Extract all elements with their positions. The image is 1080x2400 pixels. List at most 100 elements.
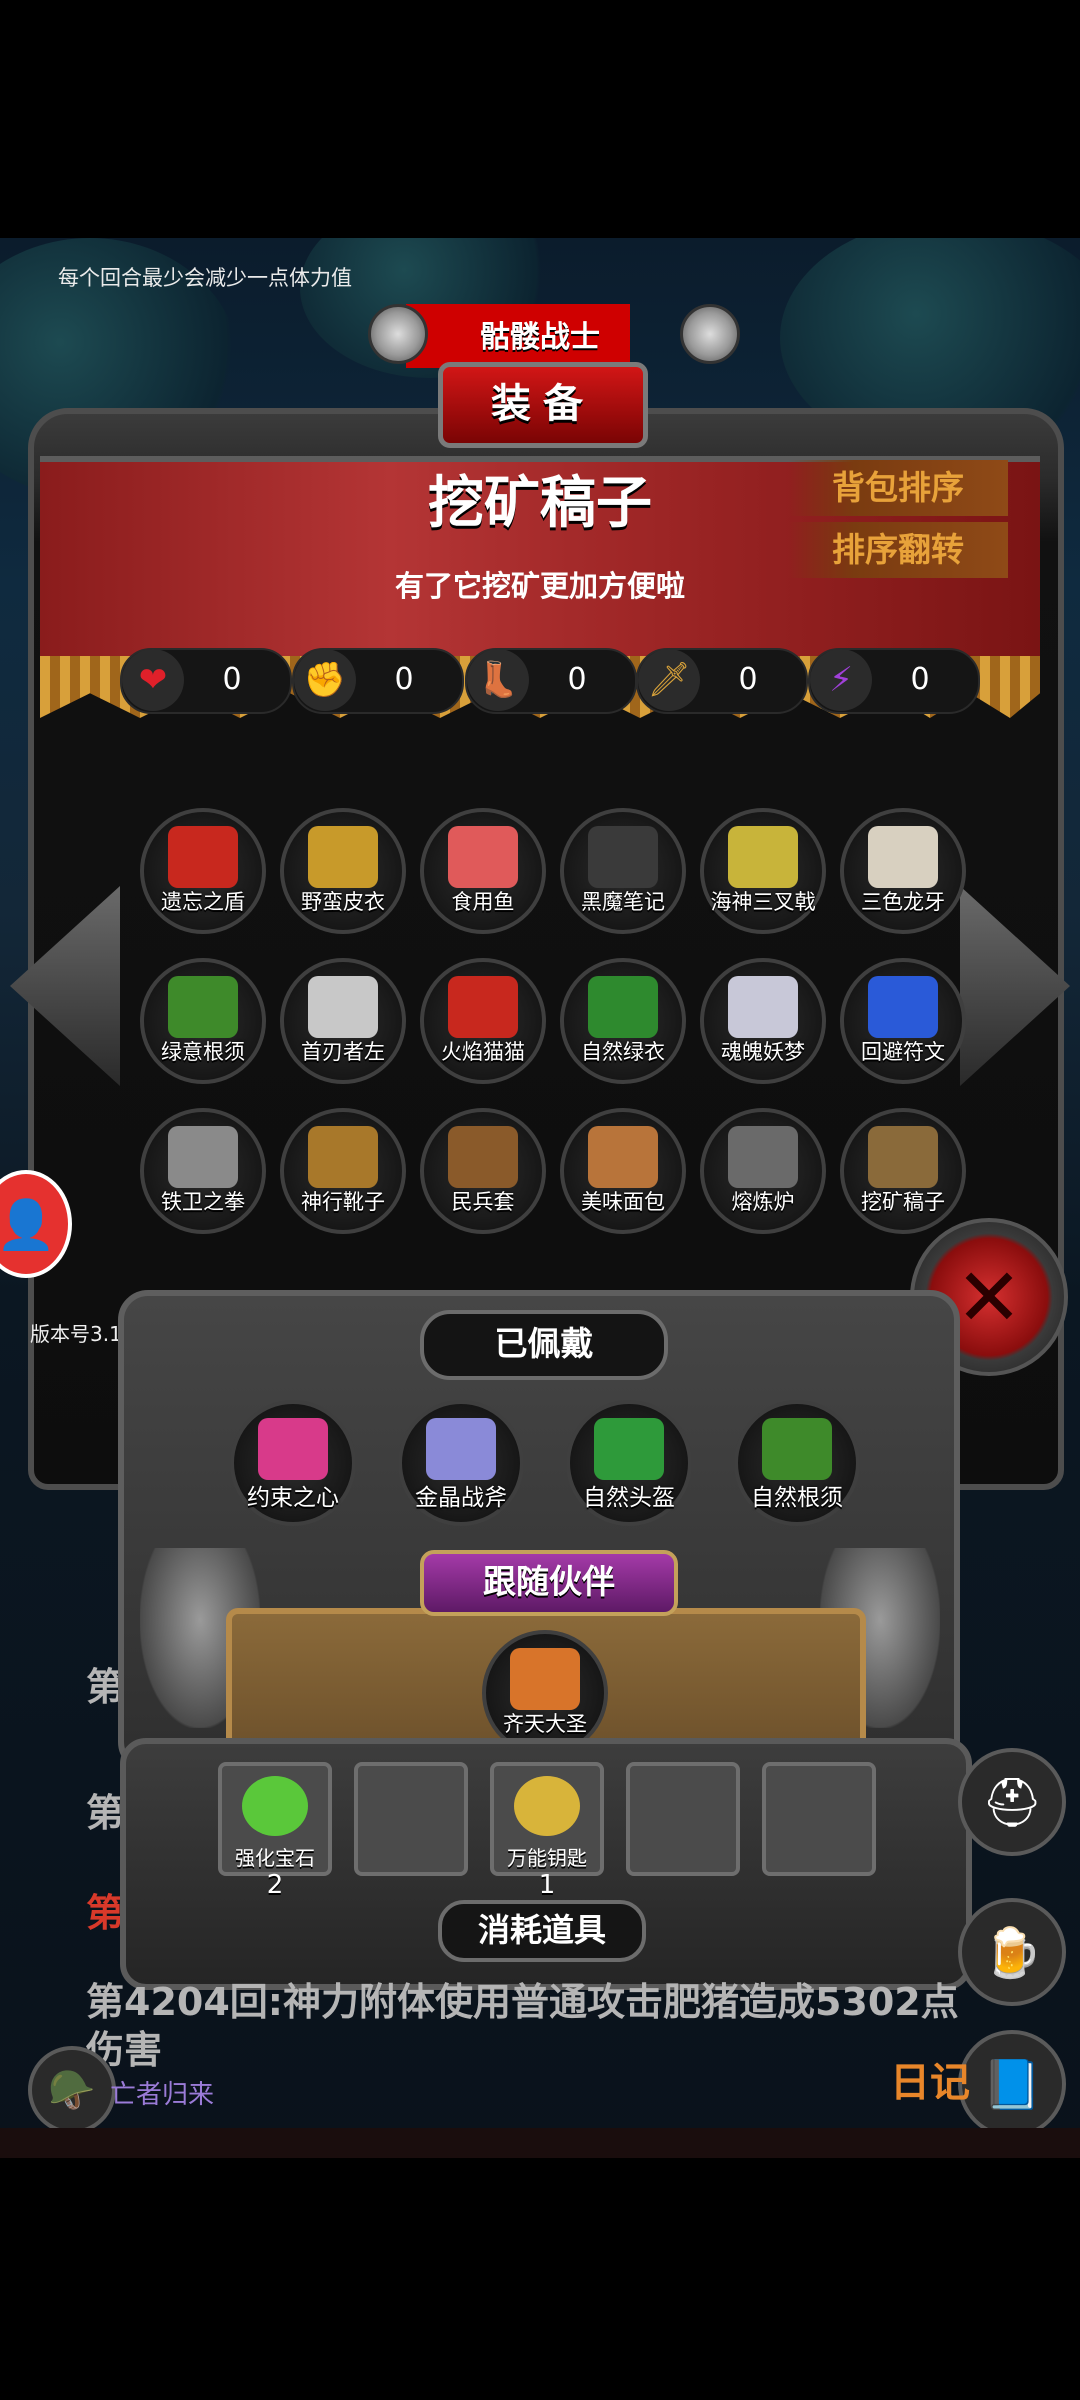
inventory-item[interactable]: 遗忘之盾 — [140, 808, 266, 934]
item-label: 熔炼炉 — [731, 1190, 795, 1214]
equipped-item[interactable]: 自然根须 — [734, 1400, 860, 1526]
inventory-item[interactable]: 回避符文 — [840, 958, 966, 1084]
item-label: 遗忘之盾 — [161, 890, 245, 914]
inventory-item[interactable]: 挖矿稿子 — [840, 1108, 966, 1234]
item-icon — [728, 826, 798, 888]
inventory-item[interactable]: 首刃者左 — [280, 958, 406, 1084]
consumable-slot[interactable] — [354, 1762, 468, 1876]
stat-pill: ⚡ 0 — [808, 648, 980, 714]
consumable-slot[interactable]: 强化宝石 2 — [218, 1762, 332, 1900]
item-label: 食用鱼 — [451, 890, 515, 914]
inventory-item[interactable]: 绿意根须 — [140, 958, 266, 1084]
item-label: 黑魔笔记 — [581, 890, 665, 914]
item-label: 金晶战斧 — [415, 1485, 507, 1511]
item-count: 2 — [266, 1870, 284, 1900]
return-link[interactable]: 亡者归来 — [110, 2074, 214, 2111]
equipped-item[interactable]: 约束之心 — [230, 1400, 356, 1526]
consumables-title: 消耗道具 — [438, 1900, 646, 1962]
item-icon — [168, 826, 238, 888]
selected-item-name: 挖矿稿子 — [428, 471, 652, 536]
inventory-item[interactable]: 铁卫之拳 — [140, 1108, 266, 1234]
stat-pill: 👢 0 — [465, 648, 637, 714]
item-icon — [258, 1418, 328, 1480]
hint-text: 每个回合最少会减少一点体力值 — [58, 266, 352, 290]
item-count: 1 — [538, 1870, 556, 1900]
log-line: 第 — [86, 1791, 125, 1835]
stat-value: 0 — [910, 662, 930, 697]
stat-value: 0 — [567, 662, 587, 697]
inventory-item[interactable]: 自然绿衣 — [560, 958, 686, 1084]
skull-ornament-icon — [680, 304, 740, 364]
inventory-item[interactable]: 海神三叉戟 — [700, 808, 826, 934]
inventory-item[interactable]: 野蛮皮衣 — [280, 808, 406, 934]
stat-pill: 🗡 0 — [636, 648, 808, 714]
item-label: 魂魄妖梦 — [721, 1040, 805, 1064]
inventory-item[interactable]: 食用鱼 — [420, 808, 546, 934]
log-line-latest: 第4204回:神力附体使用普通攻击肥猪造成5302点伤害 — [86, 1980, 959, 2072]
inventory-item[interactable]: 三色龙牙 — [840, 808, 966, 934]
lightning-icon: ⚡ — [810, 649, 872, 711]
item-label: 民兵套 — [451, 1190, 515, 1214]
item-icon — [308, 826, 378, 888]
item-label: 自然头盔 — [583, 1485, 675, 1511]
item-label: 万能钥匙 — [507, 1846, 587, 1870]
item-label: 挖矿稿子 — [861, 1190, 945, 1214]
item-label: 神行靴子 — [301, 1190, 385, 1214]
sort-bag-button[interactable]: 背包排序 — [788, 460, 1008, 516]
item-label: 自然绿衣 — [581, 1040, 665, 1064]
stat-pill: ❤ 0 — [120, 648, 292, 714]
item-icon — [868, 976, 938, 1038]
item-icon — [242, 1776, 308, 1836]
heart-icon: ❤ — [122, 649, 184, 711]
item-label: 野蛮皮衣 — [301, 890, 385, 914]
inventory-item[interactable]: 民兵套 — [420, 1108, 546, 1234]
item-icon — [308, 1126, 378, 1188]
equipped-title: 已佩戴 — [420, 1310, 668, 1380]
item-icon — [448, 1126, 518, 1188]
item-icon — [168, 976, 238, 1038]
inventory-item[interactable]: 火焰猫猫 — [420, 958, 546, 1084]
equipped-item[interactable]: 自然头盔 — [566, 1400, 692, 1526]
item-icon — [168, 1126, 238, 1188]
diary-label[interactable]: 日记 — [890, 2050, 970, 2108]
inventory-item[interactable]: 魂魄妖梦 — [700, 958, 826, 1084]
item-label: 约束之心 — [247, 1485, 339, 1511]
item-label: 美味面包 — [581, 1190, 665, 1214]
item-label: 强化宝石 — [235, 1846, 315, 1870]
item-icon — [588, 976, 658, 1038]
item-label: 首刃者左 — [301, 1040, 385, 1064]
item-icon — [588, 1126, 658, 1188]
sort-reverse-button[interactable]: 排序翻转 — [788, 522, 1008, 578]
companion-icon — [510, 1648, 580, 1710]
item-label: 绿意根须 — [161, 1040, 245, 1064]
bottom-bar — [0, 2128, 1080, 2158]
item-label: 铁卫之拳 — [161, 1190, 245, 1214]
item-icon — [868, 826, 938, 888]
inventory-item[interactable]: 美味面包 — [560, 1108, 686, 1234]
stat-value: 0 — [394, 662, 414, 697]
item-icon — [426, 1418, 496, 1480]
knight-helmet-icon[interactable]: ⛑ — [958, 1748, 1066, 1856]
inventory-item[interactable]: 熔炼炉 — [700, 1108, 826, 1234]
stat-pill: ✊ 0 — [292, 648, 464, 714]
item-icon — [448, 976, 518, 1038]
sword-icon: 🗡 — [638, 649, 700, 711]
item-label: 海神三叉戟 — [710, 890, 816, 914]
item-icon — [308, 976, 378, 1038]
consumable-slot[interactable] — [626, 1762, 740, 1876]
item-icon — [594, 1418, 664, 1480]
game-screen: 每个回合最少会减少一点体力值 骷髅战士 装备 挖矿稿子 有了它挖矿更加方便啦 背… — [0, 238, 1080, 2158]
boot-icon: 👢 — [467, 649, 529, 711]
equip-tab[interactable]: 装备 — [438, 362, 648, 448]
item-icon — [514, 1776, 580, 1836]
inventory-item[interactable]: 神行靴子 — [280, 1108, 406, 1234]
consumable-slot[interactable]: 万能钥匙 1 — [490, 1762, 604, 1900]
item-icon — [868, 1126, 938, 1188]
equipped-item[interactable]: 金晶战斧 — [398, 1400, 524, 1526]
companion-title: 跟随伙伴 — [420, 1550, 678, 1616]
inventory-item[interactable]: 黑魔笔记 — [560, 808, 686, 934]
warrior-avatar-icon[interactable]: 🪖 — [28, 2046, 116, 2134]
consumable-slot[interactable] — [762, 1762, 876, 1876]
item-label: 回避符文 — [861, 1040, 945, 1064]
item-icon — [762, 1418, 832, 1480]
